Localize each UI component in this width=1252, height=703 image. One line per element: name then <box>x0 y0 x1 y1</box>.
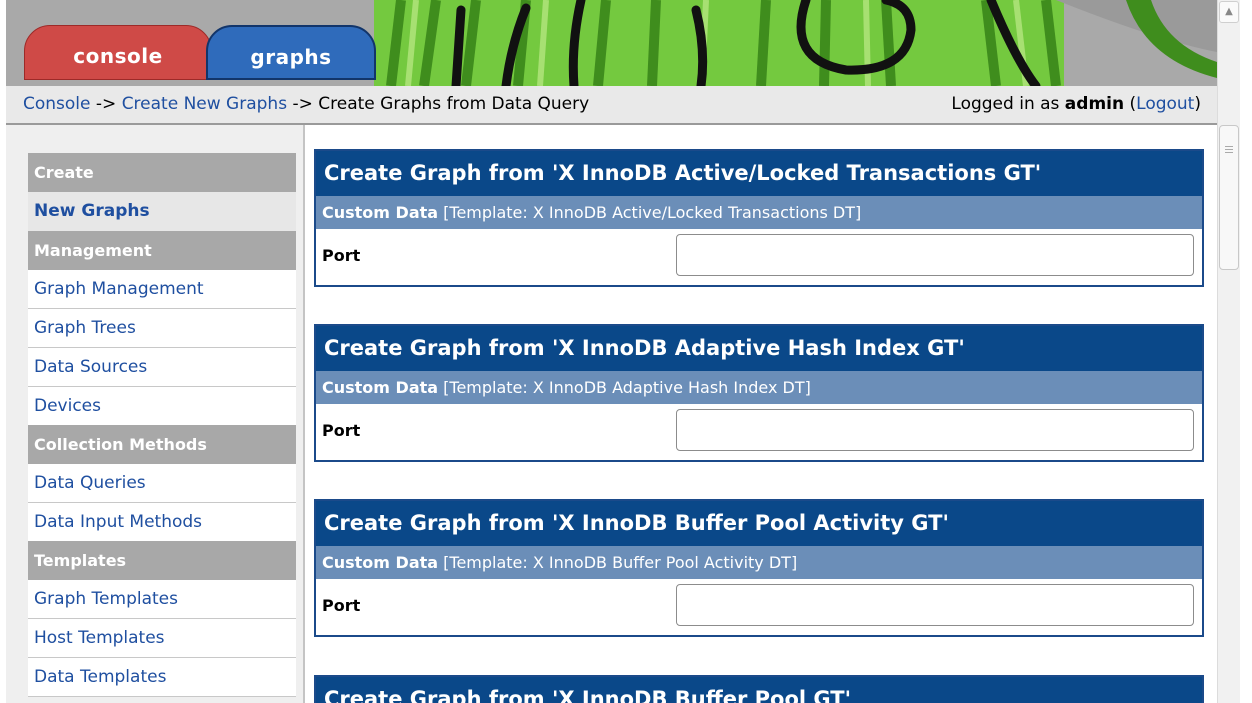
port-input[interactable] <box>676 584 1194 626</box>
breadcrumb: Console -> Create New Graphs -> Create G… <box>23 94 589 114</box>
port-input[interactable] <box>676 409 1194 451</box>
grip-icon <box>1225 146 1233 155</box>
card-title: Create Graph from 'X InnoDB Active/Locke… <box>316 151 1202 196</box>
template-name: [Template: X InnoDB Adaptive Hash Index … <box>438 378 811 397</box>
tab-console[interactable]: console <box>24 25 212 80</box>
breadcrumb-separator: -> <box>90 94 122 114</box>
menu-item-data-input-methods[interactable]: Data Input Methods <box>28 503 296 541</box>
card-title: Create Graph from 'X InnoDB Adaptive Has… <box>316 326 1202 371</box>
graph-card: Create Graph from 'X InnoDB Adaptive Has… <box>314 324 1204 462</box>
breadcrumb-create-new-graphs-link[interactable]: Create New Graphs <box>122 94 287 114</box>
template-name: [Template: X InnoDB Active/Locked Transa… <box>438 203 862 222</box>
field-row: Port <box>316 579 1202 635</box>
menu-item-data-sources[interactable]: Data Sources <box>28 348 296 387</box>
graph-card: Create Graph from 'X InnoDB Buffer Pool … <box>314 499 1204 637</box>
custom-data-label: Custom Data <box>322 378 439 397</box>
login-paren-close: ) <box>1194 94 1201 114</box>
sidebar: Create New Graphs Management Graph Manag… <box>6 125 305 703</box>
breadcrumb-current: Create Graphs from Data Query <box>318 94 590 114</box>
login-paren-open: ( <box>1124 94 1137 114</box>
breadcrumb-bar: Console -> Create New Graphs -> Create G… <box>6 86 1217 125</box>
menu-item-devices[interactable]: Devices <box>28 387 296 425</box>
header-banner: console graphs <box>6 0 1217 86</box>
menu-item-graph-templates[interactable]: Graph Templates <box>28 580 296 619</box>
card-title: Create Graph from 'X InnoDB Buffer Pool … <box>316 501 1202 546</box>
card-subtitle: Custom Data [Template: X InnoDB Buffer P… <box>316 546 1202 579</box>
port-label: Port <box>322 246 361 265</box>
card-subtitle: Custom Data [Template: X InnoDB Active/L… <box>316 196 1202 229</box>
menu-item-graph-management[interactable]: Graph Management <box>28 270 296 309</box>
template-name: [Template: X InnoDB Buffer Pool Activity… <box>438 553 798 572</box>
graph-card: Create Graph from 'X InnoDB Buffer Pool … <box>314 675 1204 703</box>
scrollbar-thumb[interactable] <box>1219 125 1239 270</box>
menu-item-data-templates[interactable]: Data Templates <box>28 658 296 697</box>
menu-item-graph-trees[interactable]: Graph Trees <box>28 309 296 348</box>
custom-data-label: Custom Data <box>322 203 439 222</box>
sidebar-menu: Create New Graphs Management Graph Manag… <box>28 153 296 697</box>
breadcrumb-separator: -> <box>287 94 319 114</box>
scroll-up-button[interactable]: ▲ <box>1219 1 1239 23</box>
menu-item-new-graphs[interactable]: New Graphs <box>28 192 296 231</box>
window-edge <box>1240 0 1252 703</box>
login-status: Logged in as admin (Logout) <box>951 94 1201 114</box>
login-prefix: Logged in as <box>951 94 1065 114</box>
field-row: Port <box>316 229 1202 285</box>
field-row: Port <box>316 404 1202 460</box>
menu-header-create: Create <box>28 153 296 192</box>
card-subtitle: Custom Data [Template: X InnoDB Adaptive… <box>316 371 1202 404</box>
logout-link[interactable]: Logout <box>1136 94 1194 114</box>
chevron-up-icon: ▲ <box>1225 6 1233 17</box>
menu-header-collection-methods: Collection Methods <box>28 425 296 464</box>
login-username: admin <box>1064 94 1125 114</box>
graph-card: Create Graph from 'X InnoDB Active/Locke… <box>314 149 1204 287</box>
custom-data-label: Custom Data <box>322 553 439 572</box>
menu-header-templates: Templates <box>28 541 296 580</box>
tab-graphs[interactable]: graphs <box>206 25 376 80</box>
port-label: Port <box>322 596 361 615</box>
menu-item-host-templates[interactable]: Host Templates <box>28 619 296 658</box>
port-input[interactable] <box>676 234 1194 276</box>
port-label: Port <box>322 421 361 440</box>
menu-header-management: Management <box>28 231 296 270</box>
card-title: Create Graph from 'X InnoDB Buffer Pool … <box>316 677 1202 703</box>
breadcrumb-console-link[interactable]: Console <box>23 94 91 114</box>
menu-item-data-queries[interactable]: Data Queries <box>28 464 296 503</box>
vertical-scrollbar[interactable]: ▲ <box>1217 0 1240 703</box>
main-content: Create Graph from 'X InnoDB Active/Locke… <box>305 125 1217 703</box>
